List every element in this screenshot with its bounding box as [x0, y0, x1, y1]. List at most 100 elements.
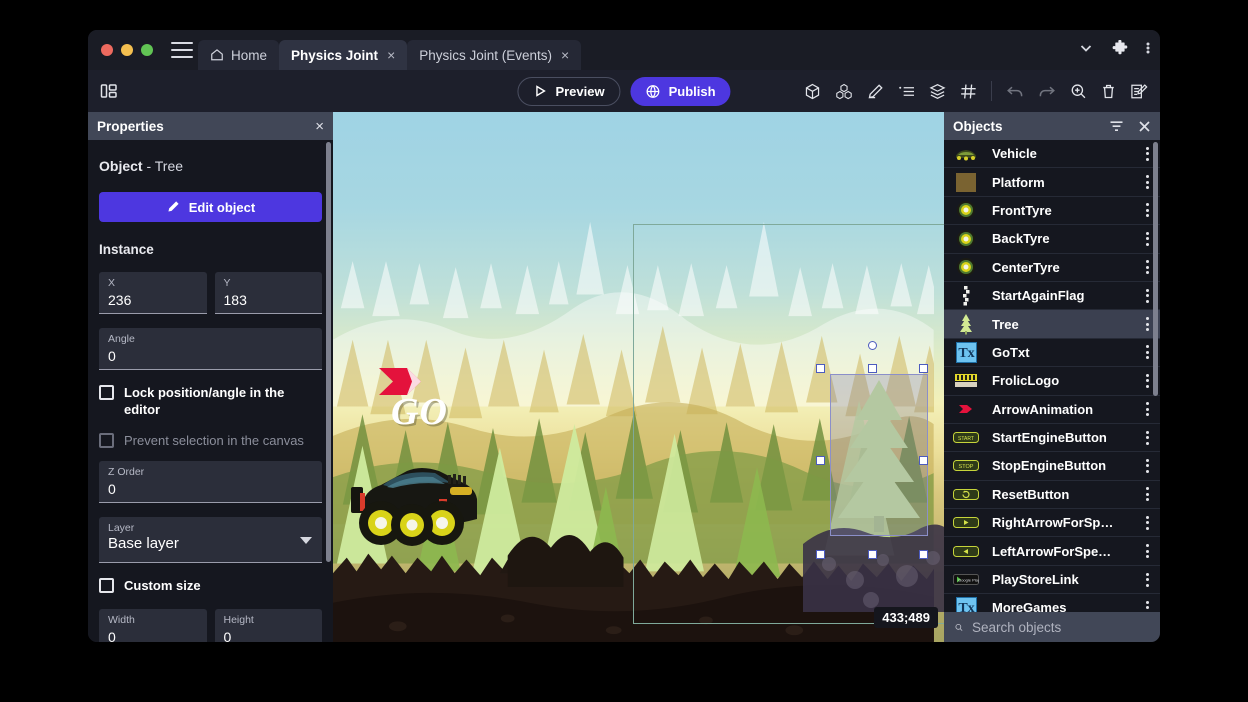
resize-handle-bottom-right[interactable]	[919, 550, 928, 559]
close-window-button[interactable]	[101, 44, 113, 56]
object-row-startagainflag[interactable]: StartAgainFlag	[944, 282, 1160, 310]
minimize-window-button[interactable]	[121, 44, 133, 56]
object-row-menu-icon[interactable]	[1140, 431, 1154, 445]
custom-size-row[interactable]: Custom size	[99, 577, 322, 594]
object-row-vehicle[interactable]: Vehicle	[944, 140, 1160, 168]
object-row-menu-icon[interactable]	[1140, 345, 1154, 359]
trash-icon[interactable]	[1101, 83, 1116, 100]
layer-select-value: Base layer	[108, 535, 313, 552]
object-row-moregames[interactable]: Tx MoreGames	[944, 594, 1160, 612]
object-row-menu-icon[interactable]	[1140, 544, 1154, 558]
object-row-gotxt[interactable]: Tx GoTxt	[944, 339, 1160, 367]
chevron-down-icon[interactable]	[1078, 40, 1094, 56]
objects-search-bar[interactable]	[944, 612, 1160, 642]
object-row-resetbutton[interactable]: ResetButton	[944, 481, 1160, 509]
object-name-label: GoTxt	[992, 345, 1140, 360]
lock-position-checkbox[interactable]	[99, 385, 114, 400]
hamburger-icon[interactable]	[171, 42, 193, 58]
layers-icon[interactable]	[929, 83, 946, 100]
x-field-value: 236	[108, 290, 198, 310]
y-field[interactable]: Y 183	[215, 272, 323, 314]
objects-list[interactable]: Vehicle Platform FrontTyre	[944, 140, 1160, 612]
object-row-menu-icon[interactable]	[1140, 203, 1154, 217]
layer-select[interactable]: Layer Base layer	[99, 517, 322, 563]
object-row-menu-icon[interactable]	[1140, 175, 1154, 189]
resize-handle-middle-right[interactable]	[919, 456, 928, 465]
redo-icon[interactable]	[1038, 84, 1056, 98]
publish-button[interactable]: Publish	[631, 77, 731, 106]
tyre-thumb-icon	[952, 256, 980, 278]
object-row-froliclogo[interactable]: FrolicLogo	[944, 367, 1160, 395]
tab-physics-joint-events-label: Physics Joint (Events)	[419, 48, 552, 63]
object-row-backtyre[interactable]: BackTyre	[944, 225, 1160, 253]
resize-handle-bottom-left[interactable]	[816, 550, 825, 559]
object-row-tree[interactable]: Tree	[944, 310, 1160, 338]
object-row-arrowanimation[interactable]: ArrowAnimation	[944, 396, 1160, 424]
object-row-rightarrowforspeed[interactable]: RightArrowForSp…	[944, 509, 1160, 537]
tab-physics-joint-events-close-icon[interactable]: ×	[561, 48, 569, 62]
undo-icon[interactable]	[1006, 84, 1024, 98]
instance-selection-box[interactable]	[830, 374, 928, 536]
pencil-edit-icon[interactable]	[867, 83, 884, 100]
object-row-menu-icon[interactable]	[1140, 260, 1154, 274]
object-row-menu-icon[interactable]	[1140, 601, 1154, 612]
resize-handle-middle-left[interactable]	[816, 456, 825, 465]
object-row-playstorelink[interactable]: Google Play PlayStoreLink	[944, 566, 1160, 594]
resize-handle-top-left[interactable]	[816, 364, 825, 373]
tab-physics-joint-events[interactable]: Physics Joint (Events) ×	[407, 40, 581, 70]
objects-close-icon[interactable]	[1138, 120, 1151, 133]
platform-thumb-icon	[952, 171, 980, 193]
objects-scrollbar[interactable]	[1153, 142, 1158, 396]
preview-button[interactable]: Preview	[517, 77, 620, 106]
chevron-down-icon[interactable]	[300, 537, 312, 544]
tab-physics-joint-close-icon[interactable]: ×	[387, 48, 395, 62]
object-row-menu-icon[interactable]	[1140, 232, 1154, 246]
z-order-field[interactable]: Z Order 0	[99, 461, 322, 503]
object-row-leftarrowforspeed[interactable]: LeftArrowForSpe…	[944, 537, 1160, 565]
object-row-menu-icon[interactable]	[1140, 402, 1154, 416]
object-row-menu-icon[interactable]	[1140, 487, 1154, 501]
cube-icon[interactable]	[804, 83, 821, 100]
object-row-menu-icon[interactable]	[1140, 374, 1154, 388]
resize-handle-top-center[interactable]	[868, 364, 877, 373]
object-row-fronttyre[interactable]: FrontTyre	[944, 197, 1160, 225]
maximize-window-button[interactable]	[141, 44, 153, 56]
layout-panels-icon[interactable]	[100, 83, 118, 99]
edit-scene-icon[interactable]	[1130, 83, 1148, 100]
tab-home[interactable]: Home	[198, 40, 279, 70]
object-row-startenginebutton[interactable]: START StartEngineButton	[944, 424, 1160, 452]
objects-group-icon[interactable]	[835, 83, 853, 100]
object-row-centertyre[interactable]: CenterTyre	[944, 254, 1160, 282]
rotation-handle[interactable]	[868, 341, 877, 350]
edit-object-button[interactable]: Edit object	[99, 192, 322, 222]
object-row-stopenginebutton[interactable]: STOP StopEngineButton	[944, 452, 1160, 480]
width-field[interactable]: Width 0	[99, 609, 207, 642]
lock-position-row[interactable]: Lock position/angle in the editor	[99, 384, 322, 418]
x-field[interactable]: X 236	[99, 272, 207, 314]
object-row-menu-icon[interactable]	[1140, 516, 1154, 530]
object-row-menu-icon[interactable]	[1140, 459, 1154, 473]
tab-physics-joint[interactable]: Physics Joint ×	[279, 40, 407, 70]
list-properties-icon[interactable]	[898, 84, 915, 99]
cursor-coordinates: 433;489	[874, 607, 938, 628]
search-objects-input[interactable]	[972, 620, 1149, 635]
angle-field[interactable]: Angle 0	[99, 328, 322, 370]
properties-scrollbar[interactable]	[326, 142, 331, 562]
kebab-menu-icon[interactable]	[1146, 40, 1150, 56]
zoom-in-icon[interactable]	[1070, 83, 1087, 100]
puzzle-piece-icon[interactable]	[1112, 40, 1128, 56]
scene-canvas[interactable]: GO	[333, 112, 944, 642]
resize-handle-top-right[interactable]	[919, 364, 928, 373]
height-field[interactable]: Height 0	[215, 609, 323, 642]
filter-icon[interactable]	[1109, 120, 1124, 133]
object-row-menu-icon[interactable]	[1140, 289, 1154, 303]
object-row-menu-icon[interactable]	[1140, 317, 1154, 331]
grid-icon[interactable]	[960, 83, 977, 100]
object-row-menu-icon[interactable]	[1140, 573, 1154, 587]
object-row-menu-icon[interactable]	[1140, 147, 1154, 161]
object-header: Object - Tree	[99, 158, 322, 174]
resize-handle-bottom-center[interactable]	[868, 550, 877, 559]
properties-close-icon[interactable]: ×	[315, 119, 324, 134]
custom-size-checkbox[interactable]	[99, 578, 114, 593]
object-row-platform[interactable]: Platform	[944, 168, 1160, 196]
